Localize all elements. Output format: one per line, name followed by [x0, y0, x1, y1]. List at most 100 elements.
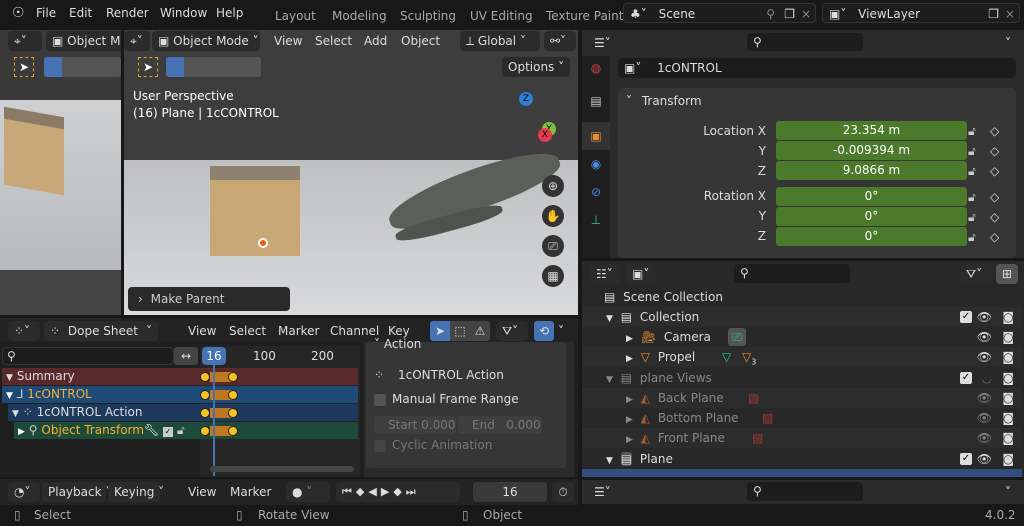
- eye-icon[interactable]: 👁︎: [977, 388, 992, 408]
- image-data-icon[interactable]: ▨: [748, 388, 759, 408]
- next-keyframe-icon[interactable]: ◆: [393, 485, 405, 498]
- stopwatch-icon[interactable]: ⏱: [552, 482, 574, 502]
- pin-icon[interactable]: ⚲: [766, 4, 775, 24]
- rotation-y-field[interactable]: 0°: [776, 207, 967, 226]
- expand-icon[interactable]: ▶: [626, 334, 633, 344]
- image-data-icon[interactable]: ▨: [752, 428, 763, 448]
- outliner-search[interactable]: ⚲: [734, 264, 850, 283]
- outliner-row[interactable]: ▶ 🎥︎ Camera ⎚ 👁︎ ◙: [582, 327, 1022, 347]
- select-tool-icon[interactable]: ➤: [138, 57, 158, 77]
- show-hidden-toggle[interactable]: ⬚: [450, 321, 470, 341]
- ortho-grid-icon[interactable]: ▦: [542, 265, 564, 287]
- keying-menu[interactable]: Keying ˅: [108, 482, 164, 502]
- rotation-z-field[interactable]: 0°: [776, 227, 967, 246]
- options-button[interactable]: Options ˅: [502, 57, 571, 77]
- eye-icon[interactable]: 👁︎: [977, 327, 992, 347]
- end-field[interactable]: End 0.000: [458, 416, 542, 434]
- mode-select[interactable]: ▣ Object Mo: [46, 31, 121, 51]
- tab-sculpting[interactable]: Sculpting: [400, 6, 456, 26]
- data-tab-icon[interactable]: ⊥: [582, 206, 610, 234]
- expand-icon[interactable]: ▶: [626, 415, 633, 425]
- axis-gizmo[interactable]: Z Y X: [486, 88, 566, 168]
- lock-icon[interactable]: 🔓︎: [968, 230, 976, 245]
- menu-render[interactable]: Render: [106, 3, 149, 23]
- eye-icon[interactable]: 👁︎: [977, 408, 992, 428]
- constraints-tab-icon[interactable]: ⊘: [582, 178, 610, 206]
- collection-tab-icon[interactable]: ▤: [582, 86, 610, 122]
- copy-icon[interactable]: ❐: [988, 4, 999, 24]
- editor-type-button[interactable]: ◔˅: [8, 482, 40, 502]
- object-tab-icon[interactable]: ▣: [582, 122, 610, 150]
- location-y-field[interactable]: -0.009394 m: [776, 141, 967, 160]
- left-viewport[interactable]: ⌖˅ ▣ Object Mo ➤: [0, 30, 121, 315]
- outliner-row[interactable]: ▼ ▤ plane Views ✓ ◡ ◙: [582, 368, 1022, 388]
- editor-type-button[interactable]: ⌖˅: [8, 31, 42, 51]
- mode-select[interactable]: ▣ Object Mode ˅: [152, 31, 260, 51]
- start-field[interactable]: Start 0.000: [374, 416, 456, 434]
- display-mode-button[interactable]: ▣˅: [626, 264, 656, 284]
- zoom-icon[interactable]: ⊕: [542, 175, 564, 197]
- world-tab-icon[interactable]: ◍: [582, 56, 610, 86]
- tab-uv-editing[interactable]: UV Editing: [470, 6, 533, 26]
- transform-orientation-select[interactable]: ⟂ Global ˅: [460, 31, 540, 51]
- playback-menu[interactable]: Playback ˅: [42, 482, 111, 502]
- camera-render-icon[interactable]: ◙: [1002, 327, 1014, 347]
- only-selected-toggle[interactable]: ➤: [430, 321, 450, 341]
- editor-type-button[interactable]: ☰˅: [588, 33, 620, 53]
- new-collection-button[interactable]: ⊞: [996, 264, 1018, 284]
- expand-icon[interactable]: ▶: [626, 395, 633, 405]
- camera-render-icon[interactable]: ◙: [1002, 408, 1014, 428]
- only-errors-toggle[interactable]: ⚠: [470, 321, 490, 341]
- expand-icon[interactable]: ▶: [626, 435, 633, 445]
- editor-type-button[interactable]: ⌖˅: [124, 31, 150, 51]
- camera-render-icon[interactable]: ◙: [1002, 368, 1014, 388]
- menu-edit[interactable]: Edit: [69, 3, 92, 23]
- expand-icon[interactable]: ▼: [606, 375, 613, 385]
- outliner-row[interactable]: ▶ ▽ Propel ▽ ▽3 👁︎ ◙: [582, 347, 1022, 367]
- menu-channel[interactable]: Channel: [330, 321, 379, 341]
- select-mode-buttons[interactable]: [44, 57, 121, 77]
- lock-icon[interactable]: 🔓︎: [968, 210, 976, 225]
- camera-data-icon[interactable]: ⎚: [728, 328, 746, 346]
- eye-icon[interactable]: 👁︎: [977, 449, 992, 469]
- camera-render-icon[interactable]: ◙: [1002, 449, 1014, 469]
- expand-icon[interactable]: ▼: [6, 373, 13, 383]
- gizmo-z[interactable]: Z: [519, 92, 533, 106]
- keyframe[interactable]: [200, 372, 210, 382]
- expand-icon[interactable]: ▼: [606, 456, 613, 466]
- channel-search[interactable]: ⚲: [2, 347, 174, 365]
- outliner-selected-row[interactable]: [582, 469, 1022, 477]
- auto-keying-toggle[interactable]: ● ˅: [286, 482, 330, 502]
- keyframe-diamond-icon[interactable]: ◇: [990, 164, 999, 178]
- camera-render-icon[interactable]: ◙: [1002, 307, 1014, 327]
- menu-file[interactable]: File: [36, 3, 56, 23]
- menu-marker[interactable]: Marker: [278, 321, 319, 341]
- channel-summary[interactable]: ▼ Summary: [2, 368, 358, 385]
- channel-object[interactable]: ▼ ⅃ 1cONTROL: [2, 386, 358, 403]
- editor-type-button[interactable]: ☰˅: [588, 482, 620, 502]
- eye-icon[interactable]: 👁︎: [977, 428, 992, 448]
- view-layer-selector[interactable]: ▣˅ ViewLayer ❐ ×: [822, 3, 1020, 23]
- menu-view[interactable]: View: [188, 482, 216, 502]
- properties-search[interactable]: ⚲: [747, 482, 863, 501]
- keyframe-diamond-icon[interactable]: ◇: [990, 230, 999, 244]
- copy-icon[interactable]: ❐: [784, 4, 795, 24]
- mesh-data-icon[interactable]: ▽: [722, 347, 731, 367]
- physics-tab-icon[interactable]: ◉: [582, 150, 610, 178]
- eye-hidden-icon[interactable]: ◡: [982, 368, 992, 388]
- camera-render-icon[interactable]: ◙: [1002, 388, 1014, 408]
- mute-checkbox[interactable]: ✓: [163, 427, 174, 437]
- select-mode-buttons[interactable]: [166, 57, 261, 77]
- exclude-checkbox[interactable]: ✓: [960, 372, 972, 384]
- options-dropdown[interactable]: ˅: [998, 482, 1018, 502]
- menu-object[interactable]: Object: [401, 31, 440, 51]
- main-viewport[interactable]: ⌖˅ ▣ Object Mode ˅ View Select Add Objec…: [124, 30, 578, 315]
- keyframe-diamond-icon[interactable]: ◇: [990, 210, 999, 224]
- lock-icon[interactable]: 🔓︎: [177, 423, 185, 437]
- manual-frame-range-checkbox[interactable]: [374, 394, 386, 406]
- keyframe[interactable]: [228, 408, 238, 418]
- blender-logo-icon[interactable]: ☉: [12, 5, 25, 21]
- menu-select[interactable]: Select: [229, 321, 266, 341]
- expand-icon[interactable]: ▼: [12, 409, 19, 419]
- prev-keyframe-icon[interactable]: ◆: [356, 485, 368, 498]
